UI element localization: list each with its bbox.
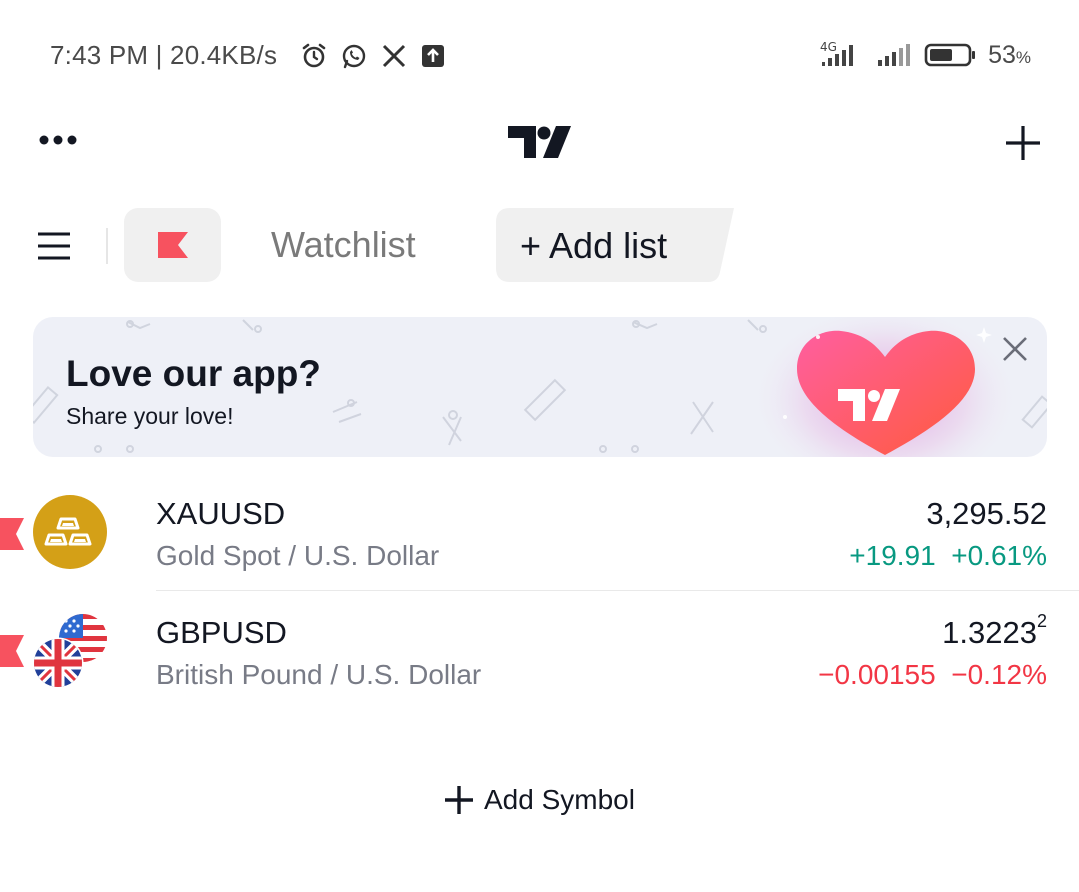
close-icon: [1003, 337, 1027, 361]
flag-marker-icon: [0, 635, 24, 667]
whatsapp-icon: [340, 42, 368, 70]
network-label: 4G: [820, 40, 837, 54]
status-time: 7:43 PM | 20.4KB/s: [50, 40, 278, 70]
flag-icon: [157, 232, 188, 258]
flag-marker-icon: [0, 518, 24, 550]
symbol-ticker: XAUUSD: [156, 496, 286, 531]
love-app-banner[interactable]: Love our app? Share your love!: [33, 317, 1047, 457]
add-list-plus: +: [520, 225, 542, 266]
symbol-description: Gold Spot / U.S. Dollar: [156, 540, 440, 571]
change-value: +19.91: [849, 540, 936, 571]
add-symbol-label: Add Symbol: [484, 784, 635, 815]
change-percent: −0.12%: [951, 659, 1047, 690]
symbol-description: British Pound / U.S. Dollar: [156, 659, 482, 690]
add-list-button[interactable]: + Add list: [496, 208, 734, 282]
symbol-price: 1.32232: [942, 611, 1047, 650]
banner-subtitle: Share your love!: [66, 403, 234, 429]
menu-button[interactable]: [36, 231, 72, 266]
add-list-label: + Add list: [520, 225, 668, 266]
status-icons: [300, 42, 446, 70]
change-value: −0.00155: [818, 659, 936, 690]
symbol-row-gbpusd[interactable]: GBPUSD British Pound / U.S. Dollar 1.322…: [0, 593, 1079, 711]
plus-icon: [1006, 126, 1040, 160]
upload-icon: [420, 43, 446, 69]
price-superscript: 2: [1036, 611, 1047, 631]
tab-watchlist[interactable]: Watchlist: [271, 224, 416, 266]
signal-4g-icon: 4G: [820, 40, 854, 66]
symbol-row-xauusd[interactable]: XAUUSD Gold Spot / U.S. Dollar 3,295.52 …: [0, 474, 1079, 592]
more-icon: [39, 135, 77, 145]
battery-percent: 53%: [988, 40, 1031, 69]
banner-close-button[interactable]: [1001, 335, 1029, 368]
banner-title: Love our app?: [66, 353, 321, 394]
gold-bars-icon: [33, 495, 107, 569]
tradingview-logo: [508, 124, 572, 165]
alarm-icon: [300, 42, 328, 70]
battery-icon: [924, 43, 976, 67]
symbol-change: −0.00155 −0.12%: [818, 659, 1047, 691]
signal-icon: [878, 44, 911, 66]
add-symbol-button[interactable]: Add Symbol: [444, 784, 635, 816]
change-percent: +0.61%: [951, 540, 1047, 571]
x-icon: [380, 42, 408, 70]
more-button[interactable]: [38, 133, 78, 152]
symbol-ticker: GBPUSD: [156, 615, 287, 650]
add-button[interactable]: [1004, 124, 1042, 167]
tab-divider: [106, 228, 108, 264]
symbol-change: +19.91 +0.61%: [849, 540, 1047, 572]
hamburger-icon: [38, 232, 70, 260]
plus-icon: [445, 786, 473, 814]
status-right: 4G 53%: [818, 40, 1031, 70]
gbp-usd-flags-icon: [33, 614, 107, 689]
tab-flagged[interactable]: [124, 208, 221, 282]
row-divider: [156, 590, 1079, 591]
symbol-price: 3,295.52: [926, 496, 1047, 531]
